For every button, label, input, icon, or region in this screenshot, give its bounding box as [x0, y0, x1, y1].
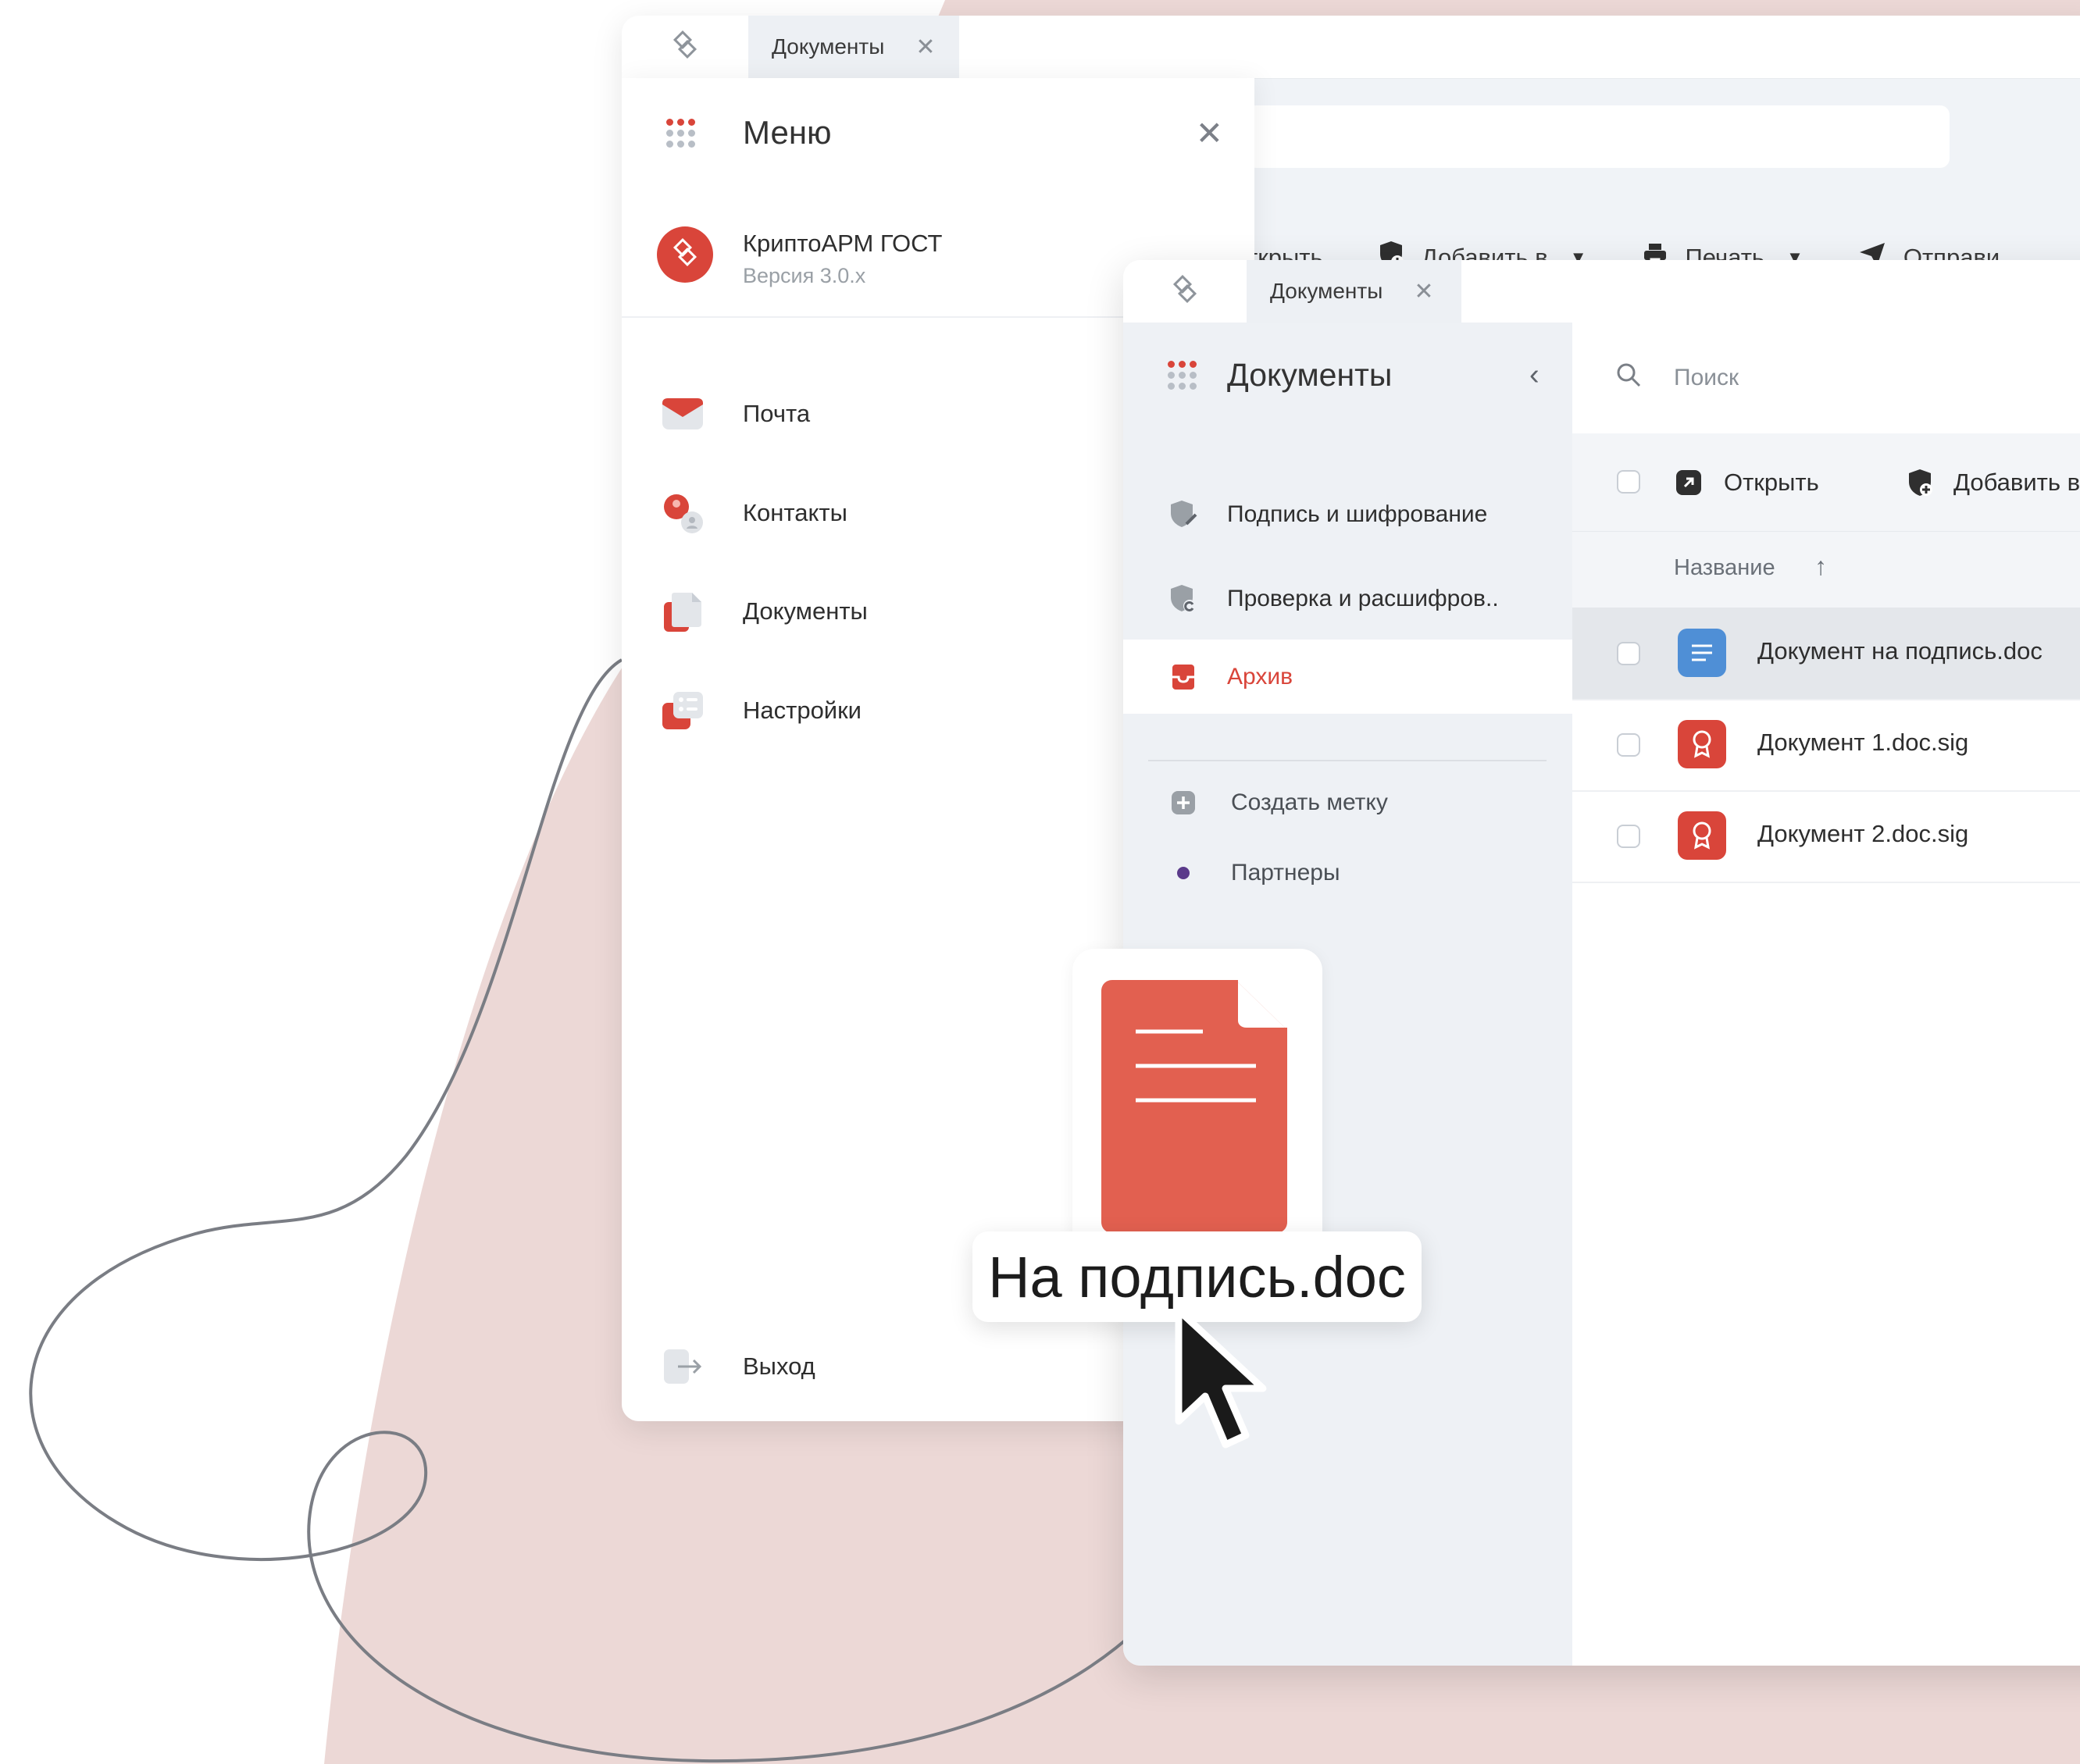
label-partners[interactable]: Партнеры — [1123, 836, 1572, 910]
search-input[interactable] — [1247, 105, 1950, 168]
sort-ascending-icon[interactable]: ↑ — [1814, 552, 1827, 581]
sidebar-title: Документы — [1227, 357, 1393, 393]
menu-item-label: Настройки — [743, 697, 862, 724]
cursor-arrow-icon — [1175, 1306, 1267, 1449]
row-checkbox[interactable] — [1617, 642, 1640, 665]
sidebar-item-verify-decrypt[interactable]: Проверка и расшифров.. — [1123, 561, 1572, 636]
close-icon[interactable]: ✕ — [1196, 114, 1223, 152]
menu-item-label: Почта — [743, 400, 811, 427]
add-to-button[interactable]: Добавить в — [1907, 433, 2080, 531]
row-checkbox[interactable] — [1617, 825, 1640, 848]
file-name: Документ 1.doc.sig — [1757, 729, 1969, 756]
search-bar: Поиск — [1572, 346, 2080, 410]
documents-icon — [661, 590, 705, 633]
apps-grid-icon[interactable] — [1168, 361, 1197, 390]
file-name: Документ на подпись.doc — [1757, 637, 2043, 665]
sidebar-header: Документы ‹ — [1123, 323, 1572, 428]
plus-icon — [1168, 787, 1199, 818]
column-name-header[interactable]: Название — [1674, 555, 1775, 581]
search-input[interactable]: Поиск — [1674, 365, 1739, 391]
select-all-checkbox[interactable] — [1617, 470, 1640, 494]
app-logo-icon — [657, 226, 713, 283]
open-button[interactable]: Открыть — [1675, 433, 1819, 531]
menu-item-label: Контакты — [743, 499, 847, 526]
dot-icon — [1168, 857, 1199, 889]
apps-grid-icon[interactable] — [666, 118, 695, 148]
menu-title: Меню — [743, 114, 832, 151]
settings-icon — [661, 689, 705, 732]
logout-label: Выход — [743, 1352, 815, 1380]
file-name: Документ 2.doc.sig — [1757, 820, 1969, 847]
table-header: Название ↑ — [1572, 531, 2080, 608]
add-to-label: Добавить в — [1953, 468, 2080, 496]
sidebar-item-label: Подпись и шифрование — [1227, 501, 1488, 527]
menu-header: Меню ✕ — [622, 78, 1254, 187]
contacts-icon — [661, 491, 705, 535]
app-name: КриптоАРМ ГОСТ — [743, 230, 943, 257]
table-row[interactable]: Документ на подпись.doc — [1572, 608, 2080, 700]
sidebar-item-label: Создать метку — [1231, 789, 1388, 815]
tab-bar: Документы ✕ — [1123, 260, 2080, 323]
documents-main: Поиск Открыть Добавить в Название ↑ Доку… — [1572, 323, 2080, 1666]
tab-label: Документы — [1270, 279, 1383, 303]
row-checkbox[interactable] — [1617, 733, 1640, 757]
sidebar-item-archive[interactable]: Архив — [1123, 640, 1572, 714]
app-version: Версия 3.0.x — [743, 264, 866, 287]
divider — [1148, 760, 1547, 761]
doc-file-icon — [1678, 629, 1726, 677]
app-logo-icon[interactable] — [622, 16, 748, 78]
tab-documents[interactable]: Документы ✕ — [1247, 260, 1461, 323]
tab-documents[interactable]: Документы ✕ — [748, 16, 959, 78]
menu-item-label: Документы — [743, 597, 868, 625]
chevron-left-icon[interactable]: ‹ — [1529, 358, 1539, 392]
sidebar-item-label: Проверка и расшифров.. — [1227, 585, 1499, 611]
create-label-button[interactable]: Создать метку — [1123, 765, 1572, 839]
tab-label: Документы — [772, 34, 885, 59]
signature-file-icon — [1678, 720, 1726, 768]
table-row[interactable]: Документ 2.doc.sig — [1572, 790, 2080, 883]
document-icon — [1101, 980, 1287, 1233]
sidebar-item-sign-encrypt[interactable]: Подпись и шифрование — [1123, 477, 1572, 551]
search-icon — [1615, 362, 1642, 395]
logout-icon — [661, 1345, 705, 1388]
sidebar-item-label: Архив — [1227, 663, 1293, 690]
close-icon[interactable]: ✕ — [1414, 278, 1433, 305]
table-row[interactable]: Документ 1.doc.sig — [1572, 699, 2080, 792]
open-icon — [1675, 469, 1702, 496]
sidebar-item-label: Партнеры — [1231, 859, 1340, 886]
shield-check-icon — [1168, 583, 1199, 615]
close-icon[interactable]: ✕ — [915, 34, 935, 61]
shield-plus-icon — [1907, 468, 1933, 497]
toolbar: Открыть Добавить в — [1572, 433, 2080, 531]
signature-file-icon — [1678, 811, 1726, 860]
open-label: Открыть — [1724, 468, 1819, 496]
shield-sign-icon — [1168, 499, 1199, 530]
mail-icon — [661, 392, 705, 436]
archive-icon — [1168, 661, 1199, 693]
tab-bar: Документы ✕ — [622, 16, 2080, 79]
app-logo-icon[interactable] — [1123, 260, 1247, 323]
